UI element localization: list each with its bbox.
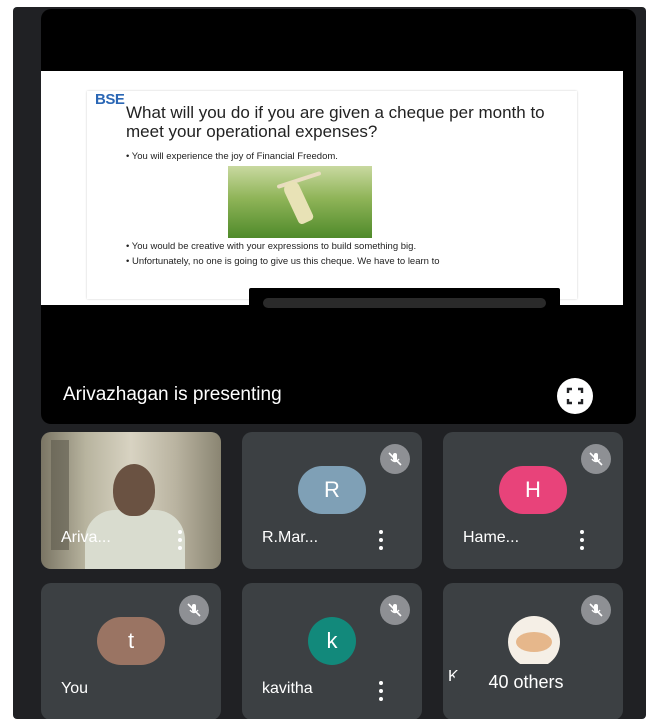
meeting-window: BSE What will you do if you are given a … xyxy=(13,7,646,719)
participant-name: Hame... xyxy=(463,529,520,546)
participant-name: kavitha xyxy=(262,680,313,697)
slide-photo xyxy=(228,166,372,238)
slideshow-toolbar[interactable] xyxy=(249,288,560,318)
participant-avatar-image xyxy=(508,616,560,668)
participant-avatar: k xyxy=(308,617,356,665)
more-options-icon[interactable] xyxy=(379,530,383,550)
participant-tile[interactable]: R R.Mar... xyxy=(242,432,422,569)
participant-name: Ariva... xyxy=(61,529,111,546)
more-options-icon[interactable] xyxy=(178,530,182,550)
mic-off-icon xyxy=(179,595,209,625)
slideshow-controls[interactable] xyxy=(263,298,546,308)
mic-off-icon xyxy=(581,444,611,474)
slide-bullet: • You would be creative with your expres… xyxy=(126,241,417,252)
shared-screen: BSE What will you do if you are given a … xyxy=(41,71,625,318)
fullscreen-icon xyxy=(566,387,584,405)
participant-tile[interactable]: k kavitha xyxy=(242,583,422,719)
participant-avatar: t xyxy=(97,617,165,665)
participant-avatar: H xyxy=(499,466,567,514)
participant-name: R.Mar... xyxy=(262,529,319,546)
participant-name: You xyxy=(61,680,88,697)
presenting-label: Arivazhagan is presenting xyxy=(63,384,282,405)
mic-off-icon xyxy=(380,595,410,625)
participant-tile[interactable]: H Hame... xyxy=(443,432,623,569)
slide-title: What will you do if you are given a cheq… xyxy=(126,103,545,141)
mic-off-icon xyxy=(380,444,410,474)
slide-bullet: • You will experience the joy of Financi… xyxy=(126,151,338,162)
slide-bullet: • Unfortunately, no one is going to give… xyxy=(126,256,440,267)
presentation-area[interactable]: BSE What will you do if you are given a … xyxy=(41,9,636,424)
participant-tile[interactable]: t You xyxy=(41,583,221,719)
bse-logo: BSE xyxy=(95,91,125,108)
more-options-icon[interactable] xyxy=(379,681,383,701)
slide: BSE What will you do if you are given a … xyxy=(87,91,577,318)
fullscreen-button[interactable] xyxy=(557,378,593,414)
participant-tile[interactable]: Ariva... xyxy=(41,432,221,569)
others-count-button[interactable]: 40 others xyxy=(454,664,598,700)
more-options-icon[interactable] xyxy=(580,530,584,550)
shared-screen-header xyxy=(41,71,625,79)
participant-video xyxy=(41,432,221,569)
mic-off-icon xyxy=(581,595,611,625)
participant-avatar: R xyxy=(298,466,366,514)
